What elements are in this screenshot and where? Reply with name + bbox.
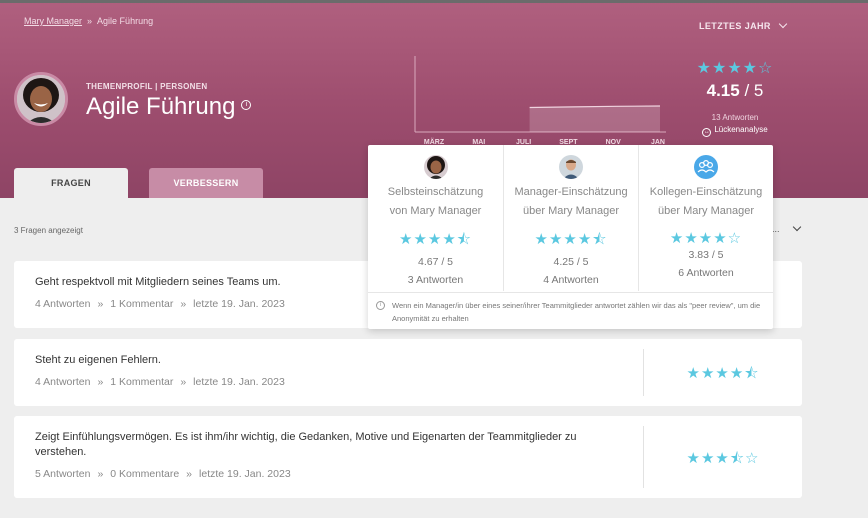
- info-icon: i: [376, 301, 385, 310]
- rating-stars: ★★★★⯪: [399, 231, 472, 248]
- sort-dropdown[interactable]: ...: [772, 222, 801, 234]
- column-title-line: über Mary Manager: [523, 205, 619, 217]
- question-text: Zeigt Einfühlungsvermögen. Es ist ihm/ih…: [35, 431, 577, 458]
- avatar: [14, 72, 68, 126]
- period-label: LETZTES JAHR: [699, 21, 771, 31]
- column-title-line: Manager-Einschätzung: [514, 186, 628, 198]
- manager-assessment-column: Manager-Einschätzung über Mary Manager ★★…: [503, 145, 638, 291]
- rating-stars: ★★★★☆: [669, 230, 743, 247]
- meta-separator: »: [97, 376, 104, 388]
- profile-kicker: THEMENPROFIL | PERSONEN: [86, 82, 208, 91]
- top-border: [0, 0, 868, 3]
- info-icon[interactable]: i: [241, 99, 252, 110]
- question-rating-stars: ★★★★⯪: [686, 365, 760, 382]
- rating-value: 3.83 / 5: [688, 249, 724, 261]
- question-meta: 4 Antworten » 1 Kommentar » letzte 19. Jan. …: [35, 376, 285, 388]
- person-portrait-icon: [423, 155, 448, 179]
- column-title: Kollegen-Einschätzung über Mary Manager: [639, 183, 773, 221]
- breadcrumb-current: Agile Führung: [97, 16, 154, 26]
- chevron-down-icon: [792, 222, 801, 232]
- answers-count: 4 Antworten: [543, 274, 599, 286]
- rating-value: 4.67 / 5: [417, 256, 454, 268]
- peer-review-note-text: Wenn ein Manager/in über eines seiner/ih…: [392, 301, 761, 323]
- meta-separator: »: [180, 298, 187, 310]
- rating-stars: ★★★★☆: [696, 60, 774, 77]
- questions-shown-count: 3 Fragen angezeigt: [14, 226, 83, 235]
- person-portrait-icon: [559, 155, 583, 179]
- gap-analysis-link[interactable]: ↔ Lückenanalyse: [690, 125, 780, 137]
- answers-count: 13 Antworten: [711, 113, 759, 122]
- comments-link[interactable]: 1 Kommentar: [110, 298, 173, 310]
- group-icon: [694, 155, 718, 179]
- question-card[interactable]: Steht zu eigenen Fehlern. 4 Antworten » 1 …: [14, 339, 802, 406]
- score-number: 4.15: [706, 81, 740, 100]
- breadcrumb-separator: »: [87, 16, 93, 26]
- column-title-line: Kollegen-Einschätzung: [649, 186, 763, 198]
- gap-analysis-label: Lückenanalyse: [714, 125, 768, 134]
- self-assessment-column: Selbsteinschätzung von Mary Manager ★★★★⯪…: [368, 145, 503, 291]
- tab-improve[interactable]: VERBESSERN: [149, 168, 263, 198]
- trend-chart-svg: MÄRZ MAI JULI SEPT NOV JAN: [414, 56, 666, 146]
- trend-chart: MÄRZ MAI JULI SEPT NOV JAN: [414, 56, 666, 150]
- answers-link[interactable]: 4 Antworten: [35, 298, 90, 310]
- meta-separator: »: [180, 376, 187, 388]
- question-rating-stars: ★★★⯪☆: [686, 450, 760, 467]
- chevron-down-icon: [778, 19, 788, 29]
- answers-link[interactable]: 4 Antworten: [35, 376, 90, 388]
- gap-analysis-icon: ↔: [702, 128, 712, 137]
- person-portrait-icon: [17, 75, 65, 123]
- manager-avatar: [559, 155, 583, 179]
- rating-value: 4.25 / 5: [553, 256, 589, 268]
- question-meta: 4 Antworten » 1 Kommentar » letzte 19. Jan. …: [35, 298, 285, 310]
- period-dropdown[interactable]: LETZTES JAHR: [699, 19, 788, 31]
- question-meta: 5 Antworten » 0 Kommentare » letzte 19. Jan.…: [35, 468, 291, 480]
- meta-separator: »: [186, 468, 193, 480]
- people-group-icon: [697, 159, 715, 173]
- question-text: Steht zu eigenen Fehlern.: [35, 354, 161, 366]
- column-title-line: über Mary Manager: [658, 205, 754, 217]
- answers-link[interactable]: 5 Antworten: [35, 468, 90, 480]
- score-value: 4.15 / 5: [690, 81, 780, 101]
- comments-link[interactable]: 1 Kommentar: [110, 376, 173, 388]
- answers-count: 6 Antworten: [678, 267, 734, 279]
- overall-score: ★★★★☆ 4.15 / 5 13 Antworten ↔ Lückenanaly…: [690, 58, 780, 137]
- tab-questions[interactable]: FRAGEN: [14, 168, 128, 198]
- score-max: 5: [753, 81, 764, 100]
- column-title: Manager-Einschätzung über Mary Manager: [504, 183, 638, 221]
- peer-review-note: i Wenn ein Manager/in über eines seiner/…: [368, 292, 773, 329]
- self-avatar: [423, 155, 448, 179]
- chart-area-series: [529, 106, 660, 132]
- sort-ellipsis: ...: [772, 224, 780, 234]
- answers-count: 3 Antworten: [407, 274, 464, 286]
- gap-analysis-popover: Selbsteinschätzung von Mary Manager ★★★★⯪…: [368, 145, 773, 329]
- score-slash: /: [739, 81, 754, 100]
- rating-stars: ★★★★⯪: [534, 231, 608, 248]
- last-answer-date: letzte 19. Jan. 2023: [199, 468, 291, 480]
- question-card[interactable]: Zeigt Einfühlungsvermögen. Es ist ihm/ih…: [14, 416, 802, 498]
- breadcrumb-parent-link[interactable]: Mary Manager: [24, 16, 82, 26]
- peer-assessment-column: Kollegen-Einschätzung über Mary Manager ★…: [638, 145, 773, 291]
- page-title-text: Agile Führung: [86, 93, 236, 120]
- comments-link[interactable]: 0 Kommentare: [110, 468, 179, 480]
- last-answer-date: letzte 19. Jan. 2023: [193, 298, 285, 310]
- column-title-line: Selbsteinschätzung: [387, 186, 484, 198]
- column-title: Selbsteinschätzung von Mary Manager: [368, 183, 503, 221]
- breadcrumb: Mary Manager » Agile Führung: [24, 16, 153, 26]
- meta-separator: »: [97, 298, 104, 310]
- page-title: Agile Führung i: [86, 93, 252, 121]
- column-title-line: von Mary Manager: [389, 205, 482, 217]
- meta-separator: »: [97, 468, 104, 480]
- last-answer-date: letzte 19. Jan. 2023: [193, 376, 285, 388]
